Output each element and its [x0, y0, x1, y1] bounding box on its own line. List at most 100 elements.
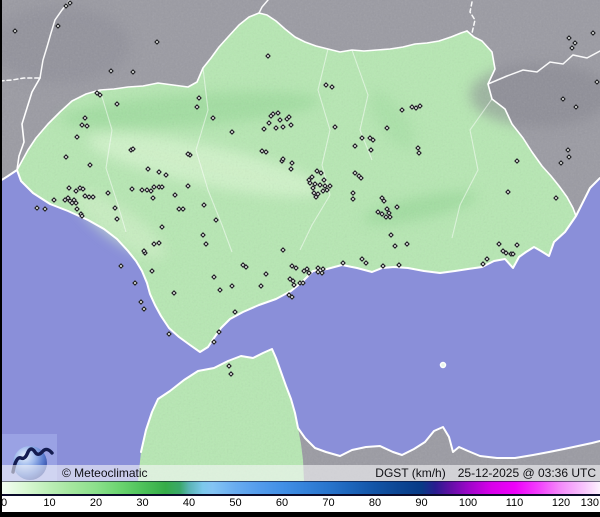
station-marker — [416, 150, 422, 156]
station-marker — [114, 101, 120, 107]
station-marker — [560, 96, 566, 102]
station-marker — [368, 147, 374, 153]
station-marker — [118, 263, 124, 269]
scale-tick-labels: 0 10 20 30 40 50 60 70 80 90 100 110 120 130 — [0, 496, 600, 512]
station-marker — [572, 40, 578, 46]
station-marker — [156, 240, 162, 246]
station-marker — [203, 241, 209, 247]
station-marker — [243, 264, 249, 270]
station-marker — [263, 271, 269, 277]
station-marker — [211, 339, 217, 345]
station-marker — [138, 299, 144, 305]
station-marker — [108, 68, 114, 74]
station-marker — [263, 149, 269, 155]
station-marker — [329, 84, 335, 90]
station-marker — [370, 137, 376, 143]
station-marker — [566, 154, 572, 160]
copyright-label: © Meteoclimatic — [62, 466, 148, 480]
station-marker — [141, 306, 147, 312]
station-marker — [130, 69, 136, 75]
station-marker — [180, 206, 186, 212]
station-marker — [166, 331, 172, 337]
station-marker — [514, 242, 520, 248]
station-marker — [226, 363, 232, 369]
station-marker — [156, 169, 162, 175]
station-marker — [340, 260, 346, 266]
station-marker — [12, 28, 18, 34]
station-marker — [150, 195, 156, 201]
station-marker — [171, 290, 177, 296]
station-marker — [200, 232, 206, 238]
station-marker — [217, 287, 223, 293]
scale-tick: 90 — [415, 497, 428, 509]
station-marker — [384, 125, 390, 131]
station-marker — [381, 198, 387, 204]
station-marker — [266, 120, 272, 126]
station-marker — [97, 92, 103, 98]
station-marker — [569, 45, 575, 51]
station-marker — [55, 23, 61, 29]
station-marker — [496, 241, 502, 247]
station-marker — [392, 243, 398, 249]
color-scale-bar — [0, 481, 600, 494]
station-marker — [323, 82, 329, 88]
station-marker — [289, 160, 295, 166]
station-marker — [114, 216, 120, 222]
station-marker — [73, 200, 79, 206]
station-marker — [387, 214, 393, 220]
station-marker — [399, 107, 405, 113]
station-marker — [573, 104, 579, 110]
station-marker — [229, 129, 235, 135]
station-marker — [51, 197, 57, 203]
station-marker — [277, 117, 283, 123]
station-marker — [594, 79, 600, 85]
datetime-label: 25-12-2025 @ 03:36 UTC — [457, 466, 596, 480]
station-marker — [273, 125, 279, 131]
station-marker — [216, 329, 222, 335]
station-marker — [112, 205, 118, 211]
station-marker — [404, 241, 410, 247]
scale-tick: 120 — [551, 497, 571, 509]
station-marker — [590, 30, 596, 36]
station-marker — [232, 309, 238, 315]
station-marker — [66, 185, 72, 191]
station-marker — [154, 39, 160, 45]
station-marker — [84, 123, 90, 129]
bottom-border — [0, 512, 600, 517]
station-marker — [380, 263, 386, 269]
scale-tick: 40 — [182, 497, 196, 509]
station-marker — [280, 247, 286, 253]
station-marker — [288, 166, 294, 172]
station-marker — [80, 186, 86, 192]
station-marker — [159, 184, 165, 190]
station-marker — [565, 147, 571, 153]
station-marker — [291, 282, 297, 288]
station-marker — [42, 206, 48, 212]
station-marker — [350, 190, 356, 196]
status-bar: © Meteoclimatic DGST (km/h) 25-12-2025 @… — [0, 465, 600, 481]
scale-tick: 100 — [458, 497, 478, 509]
station-marker — [318, 170, 324, 176]
station-markers-layer — [0, 0, 600, 481]
station-marker — [34, 205, 40, 211]
product-label: DGST (km/h) — [375, 466, 446, 480]
station-marker — [352, 143, 358, 149]
andalusia-gust-map: © Meteoclimatic DGST (km/h) 25-12-2025 @… — [0, 0, 600, 481]
station-marker — [396, 262, 402, 268]
station-marker — [394, 204, 400, 210]
station-marker — [79, 122, 85, 128]
station-marker — [332, 124, 338, 130]
scale-tick: 50 — [229, 497, 242, 509]
station-marker — [358, 175, 364, 181]
station-marker — [196, 95, 202, 101]
station-marker — [129, 186, 135, 192]
station-marker — [300, 280, 306, 286]
station-marker — [145, 166, 151, 172]
station-marker — [293, 265, 299, 271]
station-marker — [558, 160, 564, 166]
station-marker — [90, 194, 96, 200]
station-marker — [105, 190, 111, 196]
station-marker — [553, 195, 559, 201]
station-marker — [149, 268, 155, 274]
map-legend-text: DGST (km/h) 25-12-2025 @ 03:36 UTC — [375, 466, 596, 480]
